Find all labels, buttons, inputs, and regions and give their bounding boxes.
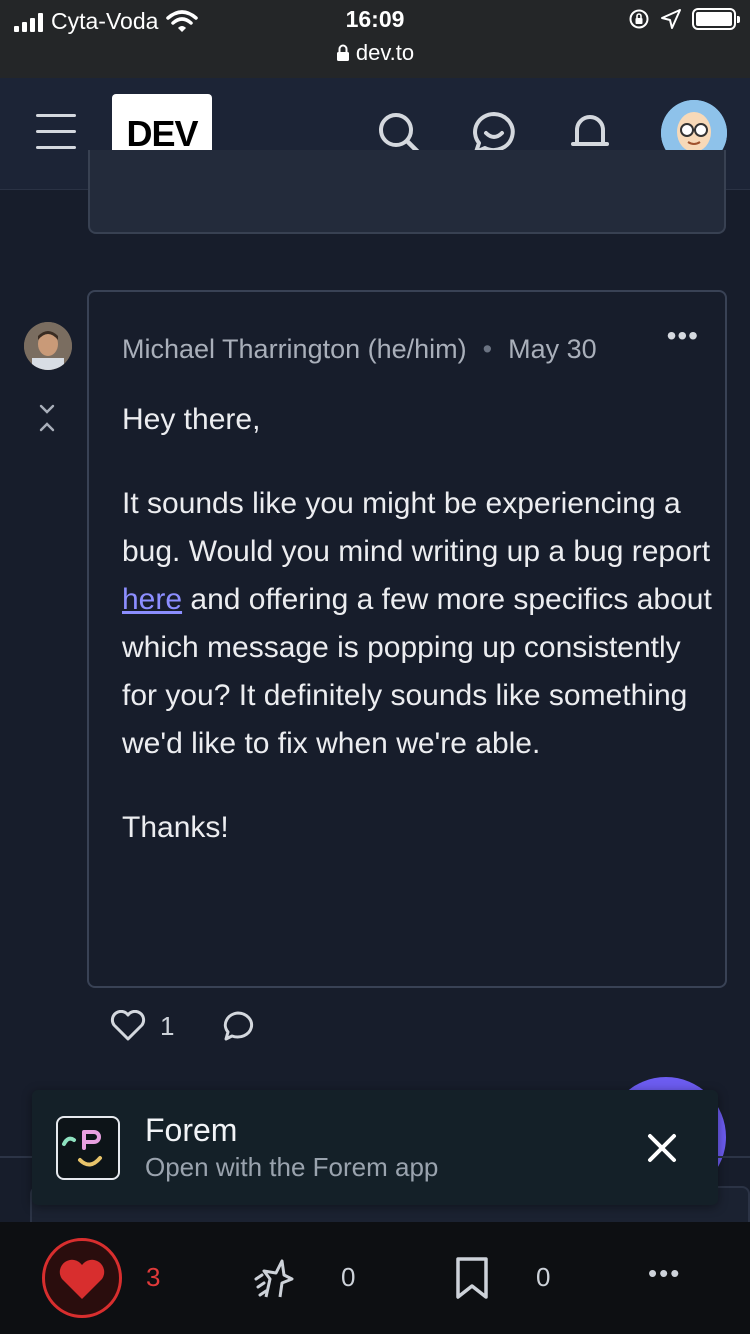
heart-reaction-button[interactable] xyxy=(42,1238,122,1318)
closing-text: Thanks! xyxy=(122,811,229,844)
paragraph-text-2: and offering a few more specifics about … xyxy=(122,583,712,760)
rotation-lock-icon xyxy=(629,9,649,29)
collapse-icon[interactable] xyxy=(38,403,56,433)
battery-icon xyxy=(692,8,740,30)
comment-reactions: 1 xyxy=(110,1010,256,1042)
location-icon xyxy=(661,9,681,29)
greeting-text: Hey there, xyxy=(122,403,261,436)
forem-logo-glyph xyxy=(62,1130,102,1167)
comment-date[interactable]: May 30 xyxy=(508,334,597,364)
comment-body: Hey there, It sounds like you might be e… xyxy=(122,396,712,888)
previous-comment-card xyxy=(88,150,726,234)
reply-icon[interactable] xyxy=(220,1010,256,1042)
banner-title: Forem xyxy=(145,1112,238,1148)
bug-report-link[interactable]: here xyxy=(122,583,182,616)
status-bar: Cyta-Voda 16:09 dev.to xyxy=(0,0,750,78)
bookmark-icon[interactable] xyxy=(454,1256,490,1300)
url-text: dev.to xyxy=(355,40,415,65)
url-bar[interactable]: dev.to xyxy=(0,40,750,66)
unicorn-count: 0 xyxy=(341,1262,356,1292)
close-icon[interactable] xyxy=(642,1128,682,1168)
reaction-bar: 3 0 0 ••• xyxy=(0,1222,750,1334)
commenter-photo xyxy=(24,322,72,370)
forem-logo xyxy=(56,1116,120,1180)
heart-count: 3 xyxy=(146,1262,161,1292)
comment-meta: Michael Tharrington (he/him) • May 30 xyxy=(122,334,597,365)
paragraph-text-1: It sounds like you might be experiencing… xyxy=(122,487,711,568)
comment-card: Michael Tharrington (he/him) • May 30 ••• … xyxy=(87,290,727,988)
main-paragraph: It sounds like you might be experiencing… xyxy=(122,480,712,768)
unicorn-icon[interactable] xyxy=(252,1253,302,1303)
more-icon[interactable]: ••• xyxy=(648,1258,681,1289)
heart-icon xyxy=(59,1259,105,1299)
status-icons xyxy=(628,8,740,30)
lock-icon xyxy=(336,44,349,61)
more-options-icon[interactable]: ••• xyxy=(667,320,699,352)
author-name[interactable]: Michael Tharrington (he/him) xyxy=(122,334,467,364)
heart-outline-icon[interactable] xyxy=(110,1010,146,1042)
commenter-avatar[interactable] xyxy=(24,322,72,370)
open-app-banner[interactable]: Forem Open with the Forem app xyxy=(32,1090,718,1205)
like-count: 1 xyxy=(160,1010,175,1041)
separator-dot: • xyxy=(482,334,493,364)
banner-subtitle: Open with the Forem app xyxy=(145,1152,439,1182)
menu-icon[interactable] xyxy=(36,114,76,150)
bookmark-count: 0 xyxy=(536,1262,551,1292)
